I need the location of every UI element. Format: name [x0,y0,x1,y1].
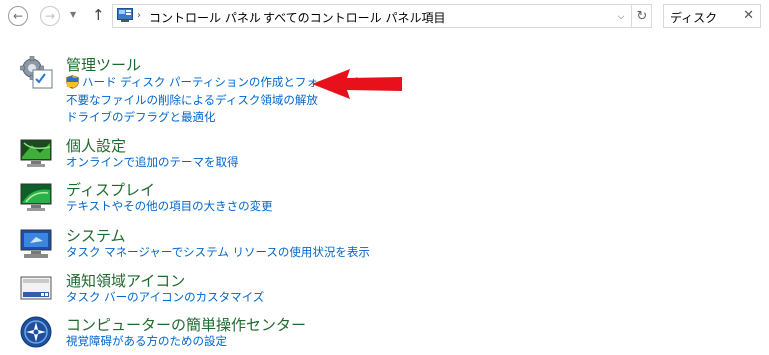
refresh-icon: ↻ [636,8,648,24]
result-title[interactable]: ディスプレイ [66,179,155,200]
result-personalization: 個人設定 オンラインで追加のテーマを取得 [20,135,740,175]
address-bar[interactable]: › コントロール パネル › すべてのコントロール パネル項目 ⌵ ↻ [112,4,652,28]
result-notification-area: 通知領域アイコン タスク バーのアイコンのカスタマイズ [20,270,740,310]
result-link[interactable]: 不要なファイルの削除によるディスク領域の解放 [66,92,318,108]
display-icon [20,183,52,211]
result-link[interactable]: オンラインで追加のテーマを取得 [66,154,239,170]
breadcrumb-separator[interactable]: › [251,10,255,21]
system-icon [20,229,52,258]
result-title[interactable]: 通知領域アイコン [66,270,185,291]
admin-tools-icon [20,56,53,89]
result-title[interactable]: 管理ツール [66,54,141,75]
address-dropdown-button[interactable]: ⌵ [611,8,631,25]
up-button[interactable]: ↑ [92,6,105,24]
result-display: ディスプレイ テキストやその他の項目の大きさの変更 [20,179,740,219]
result-title[interactable]: 個人設定 [66,135,126,156]
result-link[interactable]: テキストやその他の項目の大きさの変更 [66,198,273,214]
uac-shield-icon [66,75,79,89]
breadcrumb-all-items[interactable]: すべてのコントロール パネル項目 [263,9,446,26]
result-title[interactable]: コンピューターの簡単操作センター [66,314,306,335]
forward-arrow-icon: → [44,9,56,23]
recent-locations-dropdown[interactable]: ▼ [70,10,76,19]
red-annotation-arrow-icon [312,69,402,99]
chevron-down-icon: ⌵ [617,11,625,22]
result-ease-of-access: コンピューターの簡単操作センター 視覚障碍がある方のための設定 [20,314,740,354]
notification-area-icon [20,276,52,300]
result-system: システム タスク マネージャーでシステム リソースの使用状況を表示 [20,225,740,265]
back-button[interactable]: ← [8,6,28,26]
result-link[interactable]: 視覚障碍がある方のための設定 [66,333,227,349]
ease-of-access-icon [20,316,52,348]
navigation-bar: ← → ▼ ↑ › コントロール パネル › すべてのコントロール パネル項目 … [0,0,769,34]
result-link[interactable]: タスク マネージャーでシステム リソースの使用状況を表示 [66,244,370,260]
breadcrumb-separator[interactable]: › [137,10,141,21]
search-input[interactable]: ディスク [670,9,717,26]
result-title[interactable]: システム [66,225,126,246]
clear-search-icon[interactable]: ✕ [743,8,754,23]
back-arrow-icon: ← [12,9,24,23]
forward-button[interactable]: → [40,6,60,26]
refresh-button[interactable]: ↻ [631,5,652,27]
result-link[interactable]: タスク バーのアイコンのカスタマイズ [66,289,264,305]
control-panel-icon [117,8,133,22]
search-box[interactable]: ディスク ✕ [663,4,761,28]
breadcrumb-control-panel[interactable]: コントロール パネル [149,9,261,26]
result-link[interactable]: ドライブのデフラグと最適化 [66,109,216,125]
personalization-icon [20,139,52,167]
